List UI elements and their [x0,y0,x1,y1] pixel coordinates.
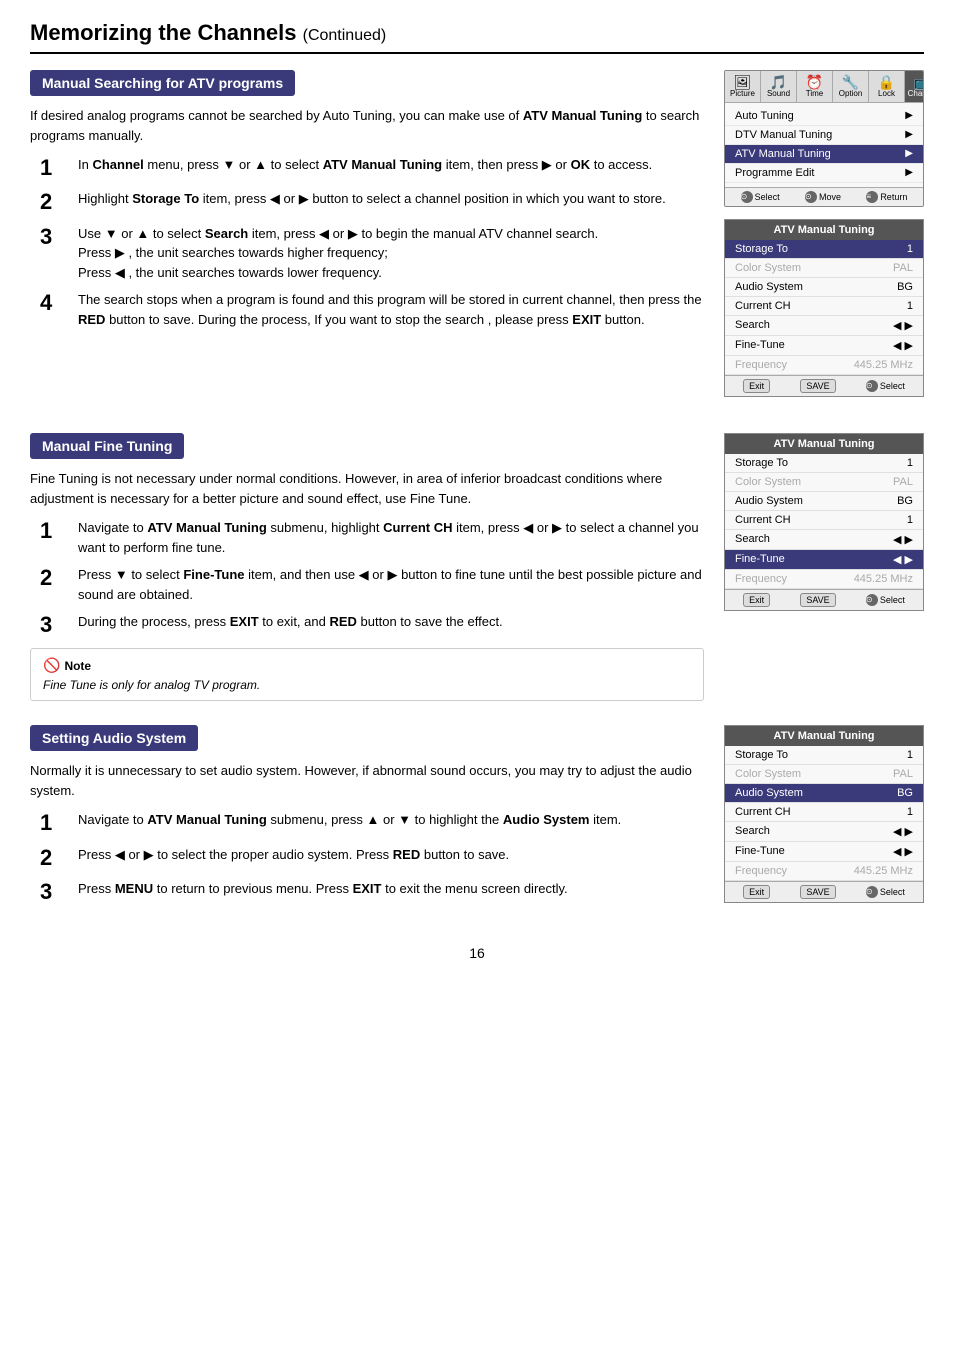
atv-row-color-system: Color SystemPAL [725,259,923,278]
atv3-row-audio-system: Audio SystemBG [725,784,923,803]
atv3-row-search: Search◀ ▶ [725,822,923,842]
section-setting-audio: Setting Audio System Normally it is unne… [30,725,924,915]
page-title: Memorizing the Channels (Continued) [30,20,924,54]
atv-row-storage-to: Storage To1 [725,240,923,259]
atv-panel-3-title: ATV Manual Tuning [725,726,923,746]
nav-picture: 🖼Picture [725,71,761,102]
atv2-row-audio-system: Audio SystemBG [725,492,923,511]
atv-panel-3-footer: Exit SAVE ⊙ Select [725,881,923,902]
nav-option: 🔧Option [833,71,869,102]
menu-row-auto-tuning: Auto Tuning▶ [725,107,923,126]
atv-row-search: Search◀ ▶ [725,316,923,336]
menu-row-atv: ATV Manual Tuning▶ [725,145,923,164]
nav-sound: 🎵Sound [761,71,797,102]
menu-row-prog-edit: Programme Edit▶ [725,164,923,183]
ft-step-1: 1 Navigate to ATV Manual Tuning submenu,… [40,518,704,557]
section-manual-atv: Manual Searching for ATV programs If des… [30,70,924,409]
atv3-row-fine-tune: Fine-Tune◀ ▶ [725,842,923,862]
channel-menu-footer: ⊙ Select ⊙ Move ≡ Return [725,187,923,206]
step-1: 1 In Channel menu, press ▼ or ▲ to selec… [40,155,704,181]
manual-atv-steps: 1 In Channel menu, press ▼ or ▲ to selec… [40,155,704,329]
manual-atv-desc: If desired analog programs cannot be sea… [30,106,704,145]
atv-panel-1: ATV Manual Tuning Storage To1 Color Syst… [724,219,924,397]
atv-row-fine-tune: Fine-Tune◀ ▶ [725,336,923,356]
audio-step-3: 3 Press MENU to return to previous menu.… [40,879,704,905]
step-3: 3 Use ▼ or ▲ to select Search item, pres… [40,224,704,283]
atv3-row-current-ch: Current CH1 [725,803,923,822]
audio-steps: 1 Navigate to ATV Manual Tuning submenu,… [40,810,704,905]
atv-row-frequency: Frequency445.25 MHz [725,356,923,375]
atv-panel-1-footer: Exit SAVE ⊙ Select [725,375,923,396]
audio-step-2: 2 Press ◀ or ▶ to select the proper audi… [40,845,704,871]
note-text: Fine Tune is only for analog TV program. [43,678,691,692]
step-2: 2 Highlight Storage To item, press ◀ or … [40,189,704,215]
ft-step-3: 3 During the process, press EXIT to exit… [40,612,704,638]
fine-tuning-steps: 1 Navigate to ATV Manual Tuning submenu,… [40,518,704,638]
audio-desc: Normally it is unnecessary to set audio … [30,761,704,800]
atv3-row-frequency: Frequency445.25 MHz [725,862,923,881]
atv-row-current-ch: Current CH1 [725,297,923,316]
atv-panel-2-footer: Exit SAVE ⊙ Select [725,589,923,610]
menu-nav-bar: 🖼Picture 🎵Sound ⏰Time 🔧Option 🔒Lock 📺Cha… [725,71,923,103]
nav-time: ⏰Time [797,71,833,102]
atv2-row-storage-to: Storage To1 [725,454,923,473]
nav-lock: 🔒Lock [869,71,905,102]
step-4: 4 The search stops when a program is fou… [40,290,704,329]
section-fine-tuning: Manual Fine Tuning Fine Tuning is not ne… [30,433,924,701]
atv-panel-2-title: ATV Manual Tuning [725,434,923,454]
atv-panel-2: ATV Manual Tuning Storage To1 Color Syst… [724,433,924,611]
fine-tuning-desc: Fine Tuning is not necessary under norma… [30,469,704,508]
section-header-audio: Setting Audio System [30,725,198,751]
page-number: 16 [30,945,924,961]
channel-menu-screenshot: 🖼Picture 🎵Sound ⏰Time 🔧Option 🔒Lock 📺Cha… [724,70,924,207]
note-title: 🚫 Note [43,657,691,674]
atv2-row-color-system: Color SystemPAL [725,473,923,492]
note-box: 🚫 Note Fine Tune is only for analog TV p… [30,648,704,701]
atv3-row-storage-to: Storage To1 [725,746,923,765]
atv2-row-fine-tune: Fine-Tune◀ ▶ [725,550,923,570]
note-icon: 🚫 [43,657,60,674]
screenshots-col-2: ATV Manual Tuning Storage To1 Color Syst… [724,433,924,623]
audio-step-1: 1 Navigate to ATV Manual Tuning submenu,… [40,810,704,836]
atv3-row-color-system: Color SystemPAL [725,765,923,784]
atv2-row-current-ch: Current CH1 [725,511,923,530]
screenshots-col-3: ATV Manual Tuning Storage To1 Color Syst… [724,725,924,915]
section-header-manual-atv: Manual Searching for ATV programs [30,70,295,96]
screenshots-col-1: 🖼Picture 🎵Sound ⏰Time 🔧Option 🔒Lock 📺Cha… [724,70,924,409]
ft-step-2: 2 Press ▼ to select Fine-Tune item, and … [40,565,704,604]
atv-panel-1-title: ATV Manual Tuning [725,220,923,240]
nav-channel: 📺Channel [905,71,924,102]
atv-row-audio-system: Audio SystemBG [725,278,923,297]
atv-panel-3: ATV Manual Tuning Storage To1 Color Syst… [724,725,924,903]
atv2-row-search: Search◀ ▶ [725,530,923,550]
atv2-row-frequency: Frequency445.25 MHz [725,570,923,589]
menu-row-dtv: DTV Manual Tuning▶ [725,126,923,145]
section-header-fine-tuning: Manual Fine Tuning [30,433,184,459]
channel-menu-body: Auto Tuning▶ DTV Manual Tuning▶ ATV Manu… [725,103,923,187]
